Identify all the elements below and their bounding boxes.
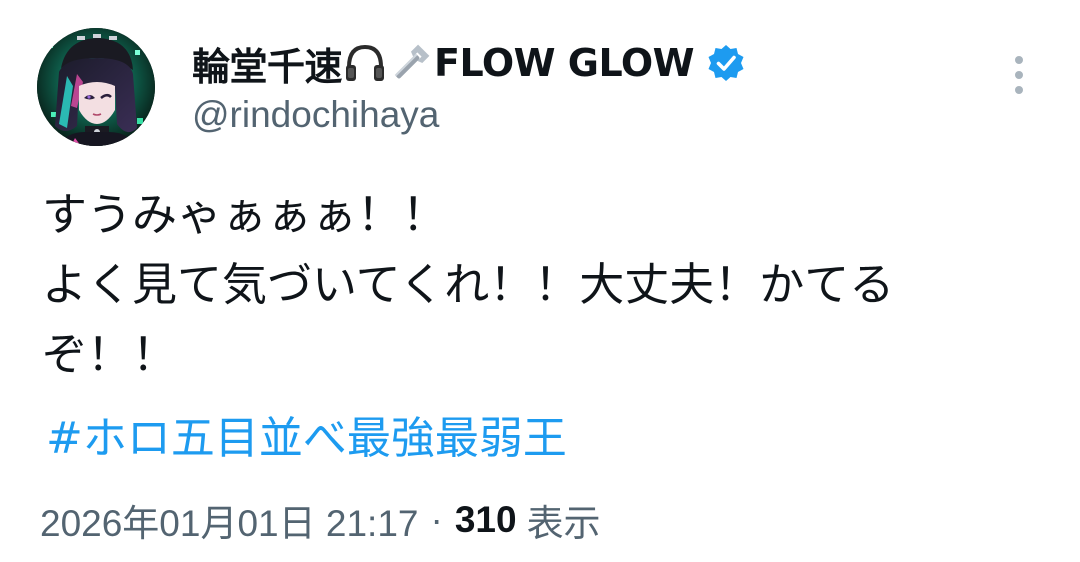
verified-badge-icon[interactable] — [706, 43, 746, 83]
more-dot — [1015, 71, 1023, 79]
tweet-meta: 2026年01月01日 21:17 · 310 表示 — [40, 490, 601, 550]
hashtag-link[interactable]: #ホロ五目並べ最強最弱王 — [46, 402, 567, 466]
views-label: 表示 — [526, 503, 601, 544]
tweet-text-line: すうみゃぁぁぁ！！ — [42, 188, 448, 241]
avatar-image — [37, 28, 155, 146]
tweet-text: すうみゃぁぁぁ！！ よく見て気づいてくれ！！大丈夫！かてる ぞ！！ — [42, 180, 1052, 390]
views-count: 310 — [454, 499, 517, 540]
more-vertical-icon[interactable] — [1004, 52, 1034, 98]
meta-separator: · — [430, 499, 443, 540]
tweet-text-line: ぞ！！ — [42, 328, 178, 381]
timestamp-link[interactable]: 2026年01月01日 21:17 — [40, 493, 419, 547]
author-name-row[interactable]: 輪堂千速 FLOW GLOW — [192, 36, 746, 90]
author-handle[interactable]: @rindochihaya — [192, 94, 439, 136]
tweet-card: 輪堂千速 FLOW GLOW @rindochihaya すうみゃぁぁぁ！！ よ… — [0, 0, 1080, 562]
more-dot — [1015, 56, 1023, 64]
headphones-emoji-icon — [343, 41, 387, 85]
display-name[interactable]: 輪堂千速 — [192, 36, 343, 91]
more-dot — [1015, 86, 1023, 94]
wrench-emoji-icon — [389, 41, 433, 85]
display-name-suffix[interactable]: FLOW GLOW — [434, 41, 695, 85]
avatar[interactable] — [37, 28, 155, 146]
tweet-text-line: よく見て気づいてくれ！！大丈夫！かてる — [42, 258, 895, 311]
